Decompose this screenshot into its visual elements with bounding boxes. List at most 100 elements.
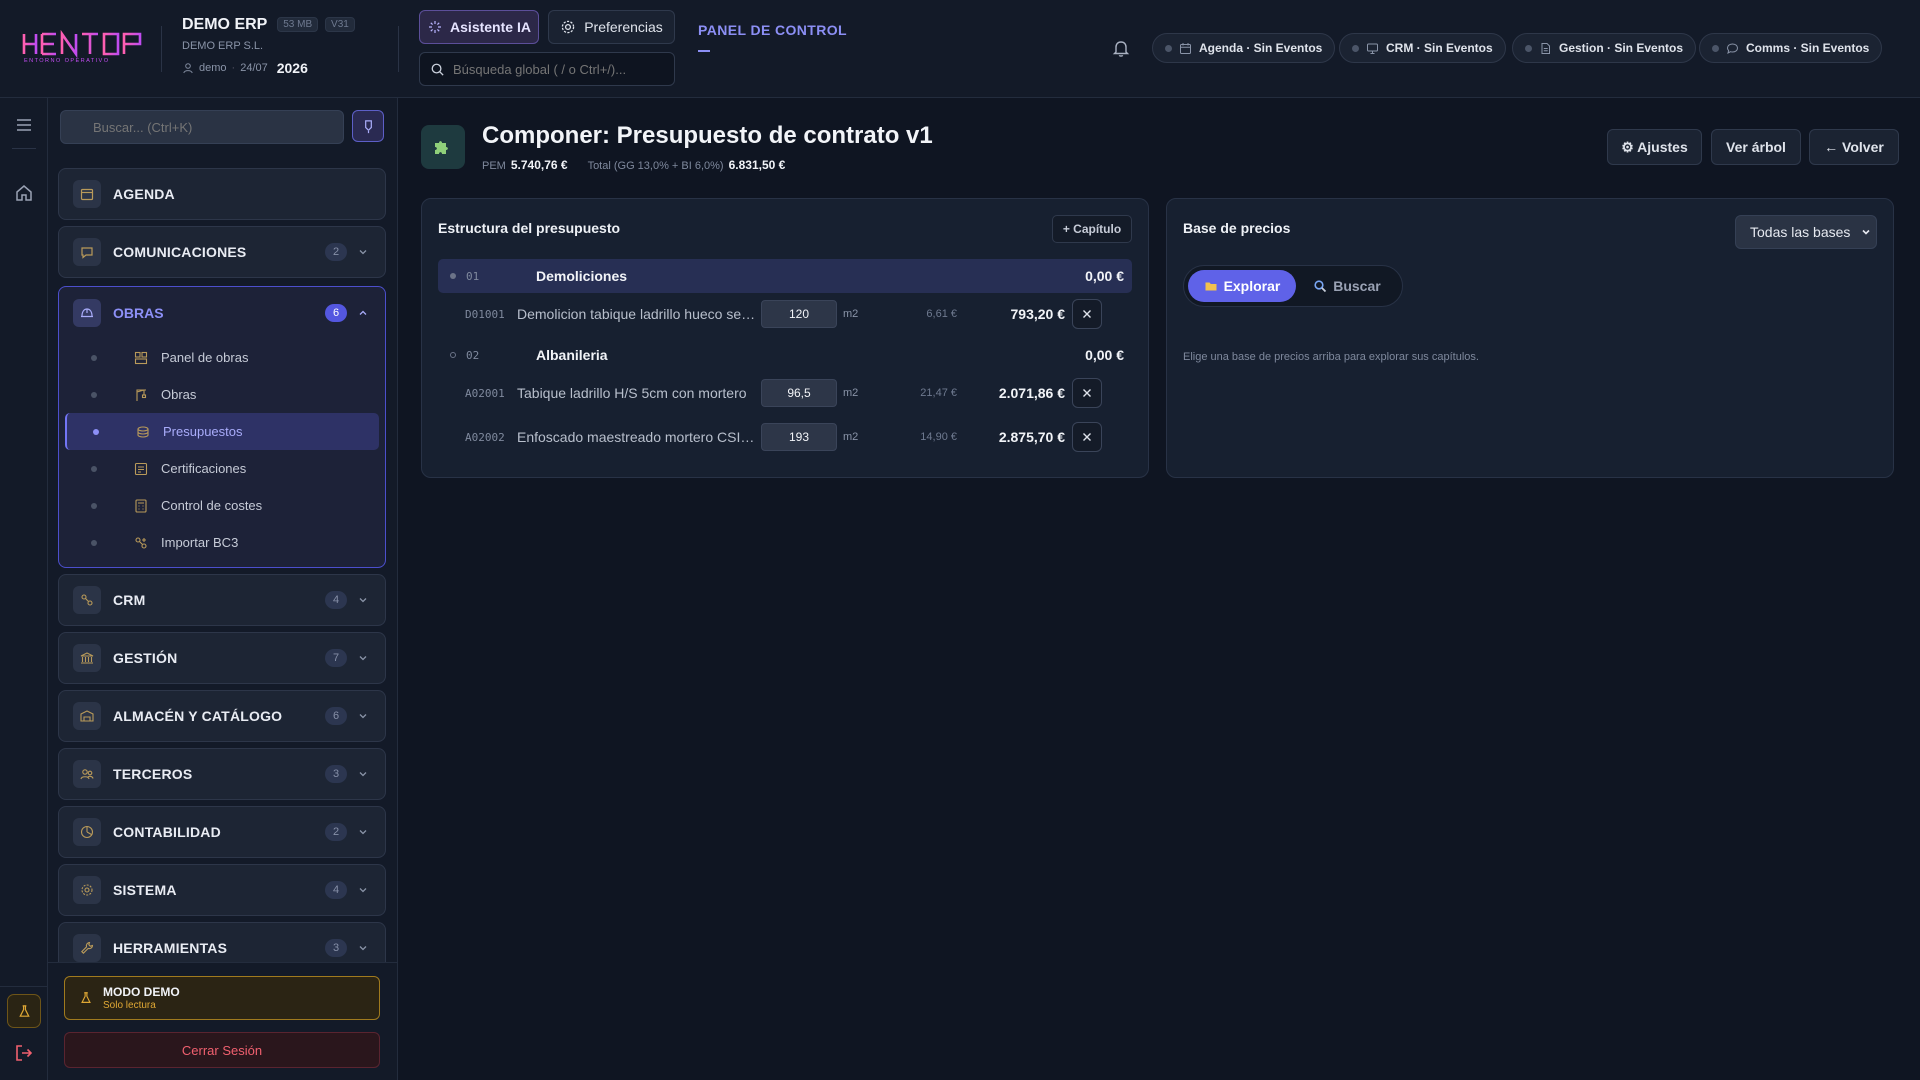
remove-line-button[interactable] [1072, 378, 1102, 408]
logout-button[interactable]: Cerrar Sesión [64, 1032, 380, 1068]
status-gestion[interactable]: Gestion · Sin Eventos [1512, 33, 1697, 63]
control-panel-link[interactable]: PANEL DE CONTROL [698, 22, 847, 38]
status-gestion-label: Gestion · Sin Eventos [1559, 41, 1684, 55]
chapter-name: Albanileria [536, 347, 608, 363]
section-badge: 2 [325, 243, 347, 261]
sidebar-section-contabilidad[interactable]: CONTABILIDAD 2 [58, 806, 386, 858]
close-icon [1083, 433, 1091, 441]
menu-icon[interactable] [13, 114, 35, 136]
calendar-icon [80, 188, 94, 201]
search-tab-label: Buscar [1333, 278, 1381, 294]
sidebar-item-control-de-costes[interactable]: Control de costes [65, 487, 379, 524]
section-badge: 4 [325, 591, 347, 609]
sidebar-section-crm[interactable]: CRM 4 [58, 574, 386, 626]
sidebar-section-herramientas[interactable]: HERRAMIENTAS 3 [58, 922, 386, 962]
chat-icon [81, 247, 93, 259]
item-label: Presupuestos [163, 424, 243, 439]
main-content: Componer: Presupuesto de contrato v1 PEM… [399, 98, 1920, 1080]
demo-mode-toggle[interactable] [7, 994, 41, 1028]
global-search-input[interactable] [453, 61, 663, 77]
wrench-icon [81, 941, 94, 954]
item-label: Obras [161, 387, 197, 402]
brand-logo[interactable]: ENTORNO OPERATIVO [22, 29, 144, 64]
sidebar-search-input[interactable] [93, 119, 323, 135]
line-code: A02001 [465, 386, 505, 400]
sidebar: AGENDA COMUNICACIONES 2 OBRAS 6 Panel de… [48, 98, 398, 1080]
current-date: 24/07 [240, 62, 268, 74]
budget-line-row[interactable]: A02002 Enfoscado maestreado mortero CSIV… [438, 419, 1132, 455]
chevron-down-icon [359, 830, 367, 835]
item-bullet [91, 465, 97, 472]
chapter-total: 0,00 € [1085, 268, 1124, 284]
price-base-select[interactable]: Todas las bases [1735, 215, 1877, 249]
section-label: OBRAS [113, 305, 164, 321]
settings-button[interactable]: ⚙ Ajustes [1607, 129, 1702, 165]
status-crm[interactable]: CRM · Sin Eventos [1339, 33, 1506, 63]
chapter-name: Demoliciones [536, 268, 628, 284]
certificate-icon [134, 462, 148, 475]
item-label: Certificaciones [161, 461, 247, 476]
section-icon [73, 238, 101, 266]
line-quantity-input[interactable] [761, 423, 837, 451]
sidebar-search[interactable] [60, 110, 344, 144]
sidebar-section-gestion[interactable]: GESTIÓN 7 [58, 632, 386, 684]
preferences-button[interactable]: Preferencias [548, 10, 675, 44]
rail-divider [12, 148, 36, 149]
item-label: Panel de obras [161, 350, 249, 365]
section-badge: 3 [325, 765, 347, 783]
sidebar-item-importar-bc3[interactable]: Importar BC3 [65, 524, 379, 561]
bell-icon[interactable] [1111, 38, 1131, 58]
section-icon [73, 760, 101, 788]
sidebar-section-sistema[interactable]: SISTEMA 4 [58, 864, 386, 916]
line-quantity-input[interactable] [761, 379, 837, 407]
sidebar-item-presupuestos[interactable]: Presupuestos [65, 413, 379, 450]
line-quantity-input[interactable] [761, 300, 837, 328]
logout-icon[interactable] [13, 1042, 35, 1064]
pin-sidebar-button[interactable] [352, 110, 384, 142]
price-base-mode-toggle: Explorar Buscar [1183, 265, 1403, 307]
sidebar-section-terceros[interactable]: TERCEROS 3 [58, 748, 386, 800]
search-tab[interactable]: Buscar [1296, 270, 1398, 302]
section-badge: 4 [325, 881, 347, 899]
sidebar-section-comunicaciones[interactable]: COMUNICACIONES 2 [58, 226, 386, 278]
sidebar-item-panel-de-obras[interactable]: Panel de obras [65, 339, 379, 376]
chevron-down-icon [359, 888, 367, 893]
warehouse-icon [80, 710, 94, 722]
remove-line-button[interactable] [1072, 299, 1102, 329]
status-agenda[interactable]: Agenda · Sin Eventos [1152, 33, 1336, 63]
explore-tab[interactable]: Explorar [1188, 270, 1296, 302]
explore-tab-label: Explorar [1223, 278, 1281, 294]
sidebar-section-almacen[interactable]: ALMACÉN Y CATÁLOGO 6 [58, 690, 386, 742]
sidebar-section-obras-header[interactable]: OBRAS 6 [59, 287, 385, 339]
view-tree-button[interactable]: Ver árbol [1711, 129, 1801, 165]
puzzle-icon [435, 141, 448, 154]
ai-assistant-button[interactable]: Asistente IA [419, 10, 539, 44]
control-panel-underline [698, 50, 710, 52]
home-icon[interactable] [13, 182, 35, 204]
back-button[interactable]: ← Volver [1809, 129, 1899, 165]
line-price: 14,90 € [920, 431, 957, 443]
sidebar-scroll-clip: HERRAMIENTAS 3 [48, 918, 398, 962]
sidebar-section-agenda[interactable]: AGENDA [58, 168, 386, 220]
section-label: SISTEMA [113, 882, 177, 898]
line-code: D01001 [465, 307, 505, 321]
status-comms[interactable]: Comms · Sin Eventos [1699, 33, 1883, 63]
section-label: COMUNICACIONES [113, 244, 247, 260]
section-badge: 6 [325, 707, 347, 725]
calendar-icon [1180, 42, 1191, 54]
add-chapter-button[interactable]: + Capítulo [1052, 215, 1132, 243]
section-label: AGENDA [113, 186, 175, 202]
global-search[interactable] [419, 52, 675, 86]
status-dot [1712, 44, 1719, 52]
remove-line-button[interactable] [1072, 422, 1102, 452]
user-info: demo · 24/07 2026 [182, 60, 355, 76]
chapter-row[interactable]: 02 Albanileria 0,00 € [438, 338, 1132, 372]
budget-line-row[interactable]: A02001 Tabique ladrillo H/S 5cm con mort… [438, 375, 1132, 411]
sidebar-item-certificaciones[interactable]: Certificaciones [65, 450, 379, 487]
chapter-row[interactable]: 01 Demoliciones 0,00 € [438, 259, 1132, 293]
budget-line-row[interactable]: D01001 Demolicion tabique ladrillo hueco… [438, 296, 1132, 332]
sidebar-item-obras[interactable]: Obras [65, 376, 379, 413]
item-bullet [91, 502, 97, 509]
chevron-down-icon [359, 714, 367, 719]
flask-icon [18, 1004, 30, 1017]
